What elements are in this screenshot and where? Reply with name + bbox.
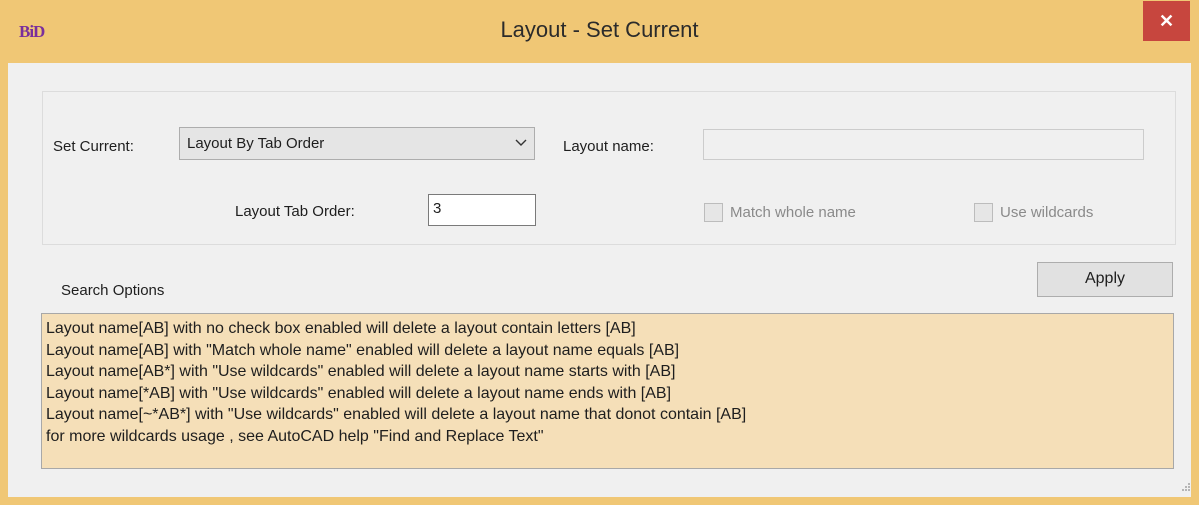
dialog-window: BiD Layout - Set Current ✕ Set Current: … <box>0 0 1199 505</box>
window-title: Layout - Set Current <box>500 17 699 42</box>
match-whole-name-label: Match whole name <box>730 204 856 221</box>
dialog-body: Set Current: Layout By Tab Order Layout … <box>8 63 1191 497</box>
help-line: Layout name[*AB] with "Use wildcards" en… <box>46 384 672 402</box>
use-wildcards-checkbox[interactable] <box>974 203 993 222</box>
search-options-label: Search Options <box>61 282 165 299</box>
search-options-help-text: Layout name[AB] with no check box enable… <box>41 313 1174 469</box>
close-button[interactable]: ✕ <box>1143 1 1190 41</box>
help-line: Layout name[AB*] with "Use wildcards" en… <box>46 363 676 381</box>
help-line: Layout name[AB] with "Match whole name" … <box>46 341 680 359</box>
resize-grip-icon[interactable] <box>1182 483 1191 492</box>
set-current-value: Layout By Tab Order <box>187 135 325 152</box>
layout-name-input[interactable] <box>703 129 1144 160</box>
set-current-label: Set Current: <box>53 138 134 155</box>
apply-button[interactable]: Apply <box>1037 262 1173 297</box>
help-line: for more wildcards usage , see AutoCAD h… <box>46 427 544 445</box>
chevron-down-icon <box>515 139 527 146</box>
layout-tab-order-input[interactable]: 3 <box>428 194 536 226</box>
layout-tab-order-label: Layout Tab Order: <box>235 203 355 220</box>
help-line: Layout name[~*AB*] with "Use wildcards" … <box>46 406 747 424</box>
use-wildcards-label: Use wildcards <box>1000 204 1094 221</box>
title-bar[interactable]: BiD Layout - Set Current ✕ <box>0 0 1199 63</box>
match-whole-name-checkbox[interactable] <box>704 203 723 222</box>
options-group <box>42 91 1176 245</box>
set-current-dropdown[interactable]: Layout By Tab Order <box>179 127 535 160</box>
layout-name-label: Layout name: <box>563 138 654 155</box>
help-line: Layout name[AB] with no check box enable… <box>46 320 636 337</box>
close-icon: ✕ <box>1158 10 1175 31</box>
